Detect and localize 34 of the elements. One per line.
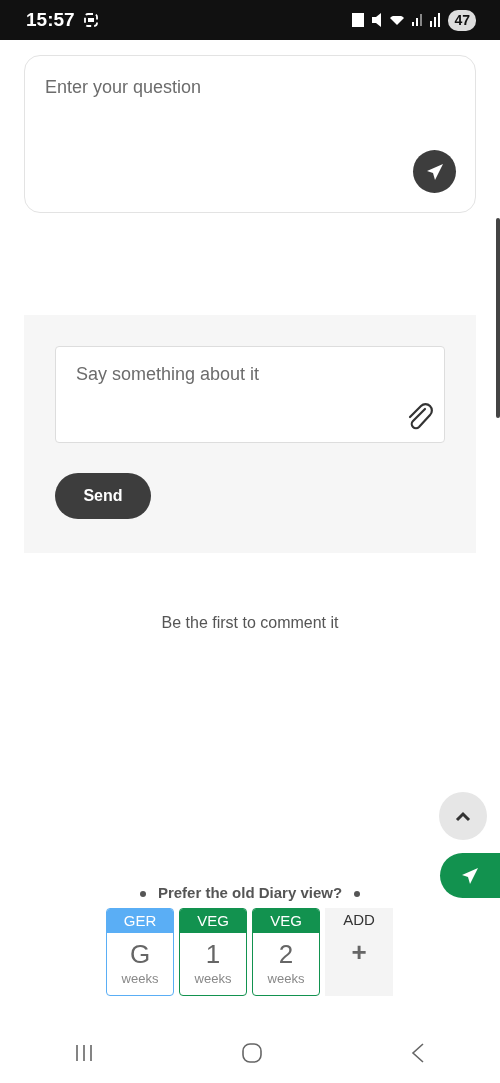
- plus-sign: +: [350, 936, 368, 969]
- send-button[interactable]: Send: [55, 473, 151, 519]
- stage-label: VEG: [180, 909, 246, 933]
- wifi-icon: [390, 15, 405, 25]
- week-card[interactable]: VEG 1 weeks: [179, 908, 247, 996]
- empty-comments-message: Be the first to comment it: [160, 613, 340, 633]
- comment-field[interactable]: Say something about it: [55, 346, 445, 443]
- signal-icon: [430, 13, 441, 27]
- stage-label: VEG: [253, 909, 319, 933]
- week-number: 1: [204, 939, 222, 969]
- scroll-top-button[interactable]: [439, 792, 487, 840]
- screenshot-icon: [82, 12, 99, 28]
- add-label: ADD: [342, 910, 376, 930]
- stage-label: GER: [107, 909, 173, 933]
- week-number: 2: [277, 939, 295, 969]
- send-button[interactable]: [413, 150, 456, 193]
- week-unit: weeks: [193, 970, 233, 988]
- week-number: G: [128, 939, 152, 969]
- paper-plane-icon: [425, 162, 444, 181]
- chevron-up-icon: [455, 810, 471, 822]
- week-card[interactable]: GER G weeks: [106, 908, 174, 996]
- battery-level: 47: [448, 9, 476, 31]
- week-unit: weeks: [120, 970, 160, 988]
- week-unit: weeks: [266, 970, 306, 988]
- mute-icon: [372, 13, 383, 27]
- old-view-link[interactable]: Prefer the old Diary view?: [157, 884, 343, 901]
- signal-icon: [412, 14, 423, 26]
- week-card[interactable]: VEG 2 weeks: [252, 908, 320, 996]
- recent-apps-icon[interactable]: [73, 1042, 94, 1063]
- question-field[interactable]: Enter your question: [25, 56, 475, 212]
- home-icon[interactable]: [241, 1041, 263, 1064]
- clock-time: 15:57: [26, 7, 75, 32]
- paper-plane-icon: [461, 866, 479, 885]
- add-week-tile[interactable]: ADD +: [325, 908, 393, 996]
